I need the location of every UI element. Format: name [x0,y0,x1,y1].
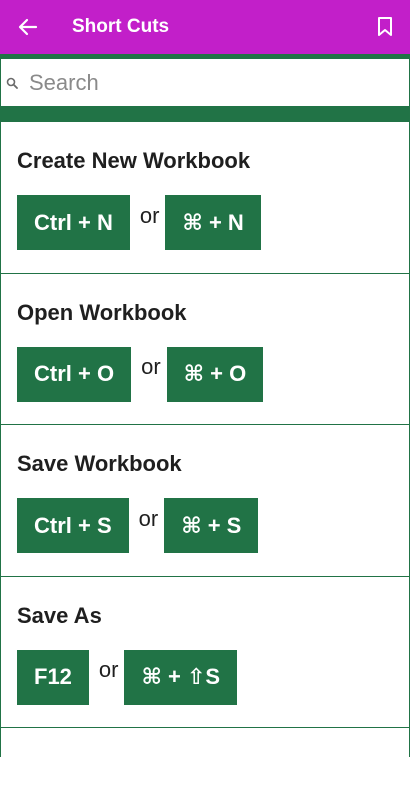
mac-key-combo: ⌘ + S [164,498,259,553]
shortcut-keys: F12 or ⌘ + ⇧S [17,649,409,705]
search-bar [1,59,409,106]
mac-key-combo: ⌘ + ⇧S [124,649,238,705]
windows-key-combo: Ctrl + O [17,346,132,402]
windows-key-combo: Ctrl + N [17,195,130,250]
page-title: Short Cuts [72,16,170,37]
arrow-left-icon [18,18,38,36]
shortcut-title: Open Workbook [17,299,187,325]
shortcut-title: Create New Workbook [17,148,251,173]
windows-key-combo: F12 [17,649,89,705]
mac-key-combo: ⌘ + O [166,346,264,402]
shortcut-keys: Ctrl + S or ⌘ + S [17,498,409,553]
app-bar: Short Cuts [0,0,410,54]
or-label: or [98,657,119,682]
search-bar-container [0,54,410,122]
or-label: or [139,202,160,228]
bookmark-icon [378,17,392,36]
shortcut-keys: Ctrl + O or ⌘ + O [17,346,409,402]
or-label: or [138,505,159,531]
or-label: or [141,354,161,379]
shortcut-title: Save Workbook [17,451,182,476]
back-button[interactable] [0,0,56,54]
list-item[interactable]: Create New Workbook Ctrl + N or ⌘ + N [1,122,409,274]
shortcut-keys: Ctrl + N or ⌘ + N [17,195,409,250]
search-input[interactable] [29,62,399,103]
list-item[interactable]: Save Workbook Ctrl + S or ⌘ + S [1,425,409,577]
mac-key-combo: ⌘ + N [165,195,261,250]
search-icon [1,59,23,106]
list-item[interactable]: Open Workbook Ctrl + O or ⌘ + O [1,274,409,425]
list-item[interactable]: Save As F12 or ⌘ + ⇧S [1,577,409,728]
shortcut-list[interactable]: Create New Workbook Ctrl + N or ⌘ + N Op… [0,122,410,757]
windows-key-combo: Ctrl + S [17,498,129,553]
bookmark-button[interactable] [374,15,396,39]
shortcut-title: Save As [17,602,102,628]
